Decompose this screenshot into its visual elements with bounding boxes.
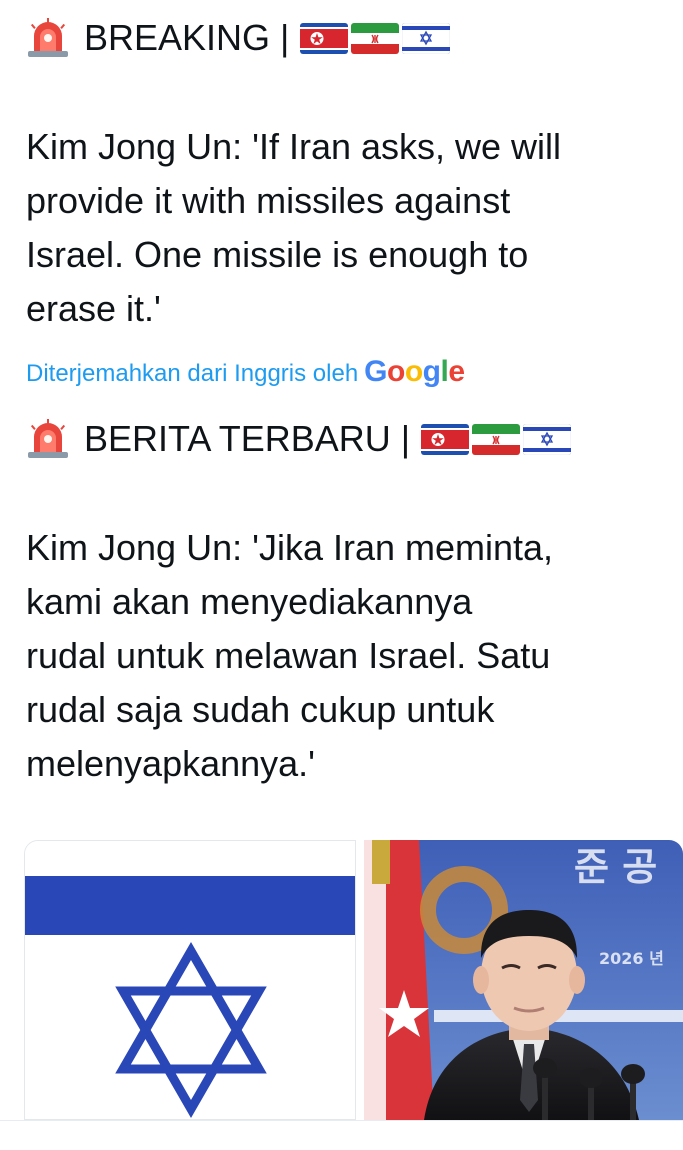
original-post: BREAKING | — [26, 16, 663, 60]
israel-flag-icon — [523, 423, 572, 455]
translation-note-text: Diterjemahkan dari Inggris oleh — [26, 360, 359, 387]
original-post-text: Kim Jong Un: 'If Iran asks, we will prov… — [26, 120, 663, 336]
north-korea-flag-icon — [421, 423, 470, 455]
iran-flag-icon — [351, 22, 400, 54]
background-year-text: 2026 년 — [599, 949, 664, 968]
israel-flag-image — [25, 841, 355, 1119]
police-car-light-icon — [28, 419, 68, 458]
iran-flag-icon — [472, 423, 521, 455]
translation-attribution[interactable]: Diterjemahkan dari Inggris oleh Google — [26, 354, 465, 392]
text-line: provide it with missiles against — [26, 180, 511, 221]
text-line: rudal saja sudah cukup untuk — [26, 689, 495, 730]
media-image-israel-flag[interactable] — [24, 840, 356, 1120]
text-line: Kim Jong Un: 'If Iran asks, we will — [26, 126, 562, 167]
text-line: Kim Jong Un: 'Jika Iran meminta, — [26, 527, 554, 568]
police-car-light-icon — [28, 18, 68, 57]
text-line: kami akan menyediakannya — [26, 581, 473, 622]
google-logo: Google — [364, 355, 465, 388]
headline-text: BREAKING | — [84, 17, 290, 58]
headline-translated: BERITA TERBARU | — [26, 417, 663, 461]
kim-jong-un-photo: 준 공 2026 년 — [364, 840, 683, 1120]
text-line: rudal untuk melawan Israel. Satu — [26, 635, 551, 676]
headline-text: BERITA TERBARU | — [84, 418, 411, 459]
background-sign-text: 준 공 — [574, 845, 657, 889]
translated-post: BERITA TERBARU | — [26, 417, 663, 461]
flag-group — [418, 423, 572, 455]
divider — [0, 1120, 683, 1121]
text-line: Israel. One missile is enough to — [26, 234, 529, 275]
headline-original: BREAKING | — [26, 16, 663, 60]
israel-flag-icon — [402, 22, 451, 54]
text-line: erase it.' — [26, 288, 161, 329]
text-line: melenyapkannya.' — [26, 743, 316, 784]
media-image-portrait[interactable]: 준 공 2026 년 — [364, 840, 683, 1120]
flag-group — [297, 22, 451, 54]
north-korea-flag-icon — [300, 22, 349, 54]
translated-post-text: Kim Jong Un: 'Jika Iran meminta, kami ak… — [26, 521, 663, 791]
